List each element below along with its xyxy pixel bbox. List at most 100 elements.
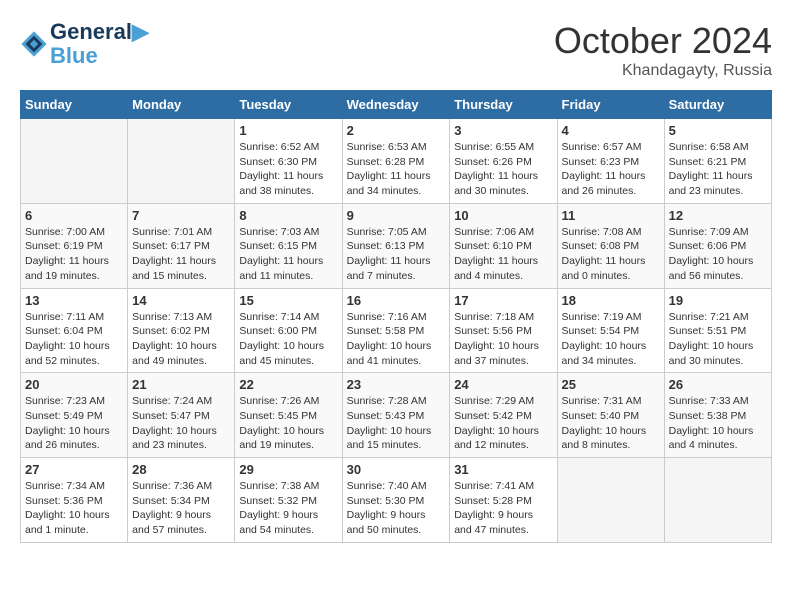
day-cell: 11 Sunrise: 7:08 AMSunset: 6:08 PMDayligh… xyxy=(557,203,664,288)
day-info: Sunrise: 7:34 AMSunset: 5:36 PMDaylight:… xyxy=(25,479,123,538)
day-cell: 22Sunrise: 7:26 AMSunset: 5:45 PMDayligh… xyxy=(235,373,342,458)
day-number: 14 xyxy=(132,293,230,308)
day-info: Sunrise: 6:52 AMSunset: 6:30 PMDaylight:… xyxy=(239,140,337,199)
day-number: 15 xyxy=(239,293,337,308)
day-cell: 2 Sunrise: 6:53 AMSunset: 6:28 PMDaylight… xyxy=(342,119,450,204)
day-info: Sunrise: 7:16 AMSunset: 5:58 PMDaylight:… xyxy=(347,310,446,369)
logo-icon xyxy=(20,30,48,58)
title-block: October 2024 Khandagayty, Russia xyxy=(554,20,772,80)
day-number: 21 xyxy=(132,377,230,392)
col-header-thursday: Thursday xyxy=(450,91,557,119)
day-number: 12 xyxy=(669,208,767,223)
logo-text: General▶ Blue xyxy=(50,20,149,68)
day-number: 20 xyxy=(25,377,123,392)
day-cell: 16Sunrise: 7:16 AMSunset: 5:58 PMDayligh… xyxy=(342,288,450,373)
day-number: 7 xyxy=(132,208,230,223)
day-info: Sunrise: 7:01 AMSunset: 6:17 PMDaylight:… xyxy=(132,225,230,284)
day-cell xyxy=(557,458,664,543)
col-header-wednesday: Wednesday xyxy=(342,91,450,119)
day-cell: 13 Sunrise: 7:11 AMSunset: 6:04 PMDayligh… xyxy=(21,288,128,373)
day-info: Sunrise: 7:11 AMSunset: 6:04 PMDaylight:… xyxy=(25,310,123,369)
week-row-3: 13 Sunrise: 7:11 AMSunset: 6:04 PMDayligh… xyxy=(21,288,772,373)
day-cell xyxy=(21,119,128,204)
day-info: Sunrise: 7:09 AMSunset: 6:06 PMDaylight:… xyxy=(669,225,767,284)
day-number: 5 xyxy=(669,123,767,138)
day-info: Sunrise: 7:38 AMSunset: 5:32 PMDaylight:… xyxy=(239,479,337,538)
day-number: 24 xyxy=(454,377,552,392)
day-cell: 5 Sunrise: 6:58 AMSunset: 6:21 PMDaylight… xyxy=(664,119,771,204)
col-header-tuesday: Tuesday xyxy=(235,91,342,119)
day-number: 4 xyxy=(562,123,660,138)
day-info: Sunrise: 7:06 AMSunset: 6:10 PMDaylight:… xyxy=(454,225,552,284)
day-number: 23 xyxy=(347,377,446,392)
day-info: Sunrise: 7:19 AMSunset: 5:54 PMDaylight:… xyxy=(562,310,660,369)
day-info: Sunrise: 7:29 AMSunset: 5:42 PMDaylight:… xyxy=(454,394,552,453)
day-number: 11 xyxy=(562,208,660,223)
day-number: 31 xyxy=(454,462,552,477)
day-number: 22 xyxy=(239,377,337,392)
day-cell xyxy=(128,119,235,204)
day-info: Sunrise: 7:23 AMSunset: 5:49 PMDaylight:… xyxy=(25,394,123,453)
day-info: Sunrise: 6:55 AMSunset: 6:26 PMDaylight:… xyxy=(454,140,552,199)
day-cell: 12 Sunrise: 7:09 AMSunset: 6:06 PMDayligh… xyxy=(664,203,771,288)
day-number: 2 xyxy=(347,123,446,138)
day-number: 25 xyxy=(562,377,660,392)
col-header-saturday: Saturday xyxy=(664,91,771,119)
day-cell: 28 Sunrise: 7:36 AMSunset: 5:34 PMDayligh… xyxy=(128,458,235,543)
day-number: 13 xyxy=(25,293,123,308)
day-info: Sunrise: 6:53 AMSunset: 6:28 PMDaylight:… xyxy=(347,140,446,199)
logo: General▶ Blue xyxy=(20,20,149,68)
day-number: 17 xyxy=(454,293,552,308)
day-cell: 20 Sunrise: 7:23 AMSunset: 5:49 PMDayligh… xyxy=(21,373,128,458)
day-cell: 3 Sunrise: 6:55 AMSunset: 6:26 PMDaylight… xyxy=(450,119,557,204)
day-cell: 9Sunrise: 7:05 AMSunset: 6:13 PMDaylight… xyxy=(342,203,450,288)
day-cell: 17 Sunrise: 7:18 AMSunset: 5:56 PMDayligh… xyxy=(450,288,557,373)
day-info: Sunrise: 6:57 AMSunset: 6:23 PMDaylight:… xyxy=(562,140,660,199)
day-cell: 29 Sunrise: 7:38 AMSunset: 5:32 PMDayligh… xyxy=(235,458,342,543)
day-info: Sunrise: 7:36 AMSunset: 5:34 PMDaylight:… xyxy=(132,479,230,538)
day-cell: 21 Sunrise: 7:24 AMSunset: 5:47 PMDayligh… xyxy=(128,373,235,458)
day-cell: 7 Sunrise: 7:01 AMSunset: 6:17 PMDaylight… xyxy=(128,203,235,288)
week-row-2: 6 Sunrise: 7:00 AMSunset: 6:19 PMDaylight… xyxy=(21,203,772,288)
day-cell: 25 Sunrise: 7:31 AMSunset: 5:40 PMDayligh… xyxy=(557,373,664,458)
day-info: Sunrise: 7:24 AMSunset: 5:47 PMDaylight:… xyxy=(132,394,230,453)
col-header-monday: Monday xyxy=(128,91,235,119)
column-headers: SundayMondayTuesdayWednesdayThursdayFrid… xyxy=(21,91,772,119)
day-info: Sunrise: 7:28 AMSunset: 5:43 PMDaylight:… xyxy=(347,394,446,453)
day-number: 3 xyxy=(454,123,552,138)
day-cell: 8 Sunrise: 7:03 AMSunset: 6:15 PMDaylight… xyxy=(235,203,342,288)
day-number: 9 xyxy=(347,208,446,223)
day-info: Sunrise: 7:18 AMSunset: 5:56 PMDaylight:… xyxy=(454,310,552,369)
day-info: Sunrise: 7:40 AMSunset: 5:30 PMDaylight:… xyxy=(347,479,446,538)
day-info: Sunrise: 7:41 AMSunset: 5:28 PMDaylight:… xyxy=(454,479,552,538)
calendar-table: SundayMondayTuesdayWednesdayThursdayFrid… xyxy=(20,90,772,543)
day-cell: 1Sunrise: 6:52 AMSunset: 6:30 PMDaylight… xyxy=(235,119,342,204)
day-number: 19 xyxy=(669,293,767,308)
day-info: Sunrise: 7:14 AMSunset: 6:00 PMDaylight:… xyxy=(239,310,337,369)
day-number: 28 xyxy=(132,462,230,477)
day-info: Sunrise: 7:08 AMSunset: 6:08 PMDaylight:… xyxy=(562,225,660,284)
day-number: 29 xyxy=(239,462,337,477)
day-number: 8 xyxy=(239,208,337,223)
day-number: 27 xyxy=(25,462,123,477)
day-info: Sunrise: 7:31 AMSunset: 5:40 PMDaylight:… xyxy=(562,394,660,453)
day-cell: 27 Sunrise: 7:34 AMSunset: 5:36 PMDayligh… xyxy=(21,458,128,543)
week-row-1: 1Sunrise: 6:52 AMSunset: 6:30 PMDaylight… xyxy=(21,119,772,204)
day-cell: 24 Sunrise: 7:29 AMSunset: 5:42 PMDayligh… xyxy=(450,373,557,458)
day-info: Sunrise: 7:00 AMSunset: 6:19 PMDaylight:… xyxy=(25,225,123,284)
day-info: Sunrise: 7:21 AMSunset: 5:51 PMDaylight:… xyxy=(669,310,767,369)
day-cell xyxy=(664,458,771,543)
week-row-5: 27 Sunrise: 7:34 AMSunset: 5:36 PMDayligh… xyxy=(21,458,772,543)
day-cell: 31 Sunrise: 7:41 AMSunset: 5:28 PMDayligh… xyxy=(450,458,557,543)
day-info: Sunrise: 7:03 AMSunset: 6:15 PMDaylight:… xyxy=(239,225,337,284)
day-cell: 14Sunrise: 7:13 AMSunset: 6:02 PMDayligh… xyxy=(128,288,235,373)
day-number: 26 xyxy=(669,377,767,392)
day-number: 18 xyxy=(562,293,660,308)
day-info: Sunrise: 6:58 AMSunset: 6:21 PMDaylight:… xyxy=(669,140,767,199)
day-cell: 6 Sunrise: 7:00 AMSunset: 6:19 PMDaylight… xyxy=(21,203,128,288)
day-number: 6 xyxy=(25,208,123,223)
day-cell: 15 Sunrise: 7:14 AMSunset: 6:00 PMDayligh… xyxy=(235,288,342,373)
col-header-sunday: Sunday xyxy=(21,91,128,119)
col-header-friday: Friday xyxy=(557,91,664,119)
day-info: Sunrise: 7:33 AMSunset: 5:38 PMDaylight:… xyxy=(669,394,767,453)
